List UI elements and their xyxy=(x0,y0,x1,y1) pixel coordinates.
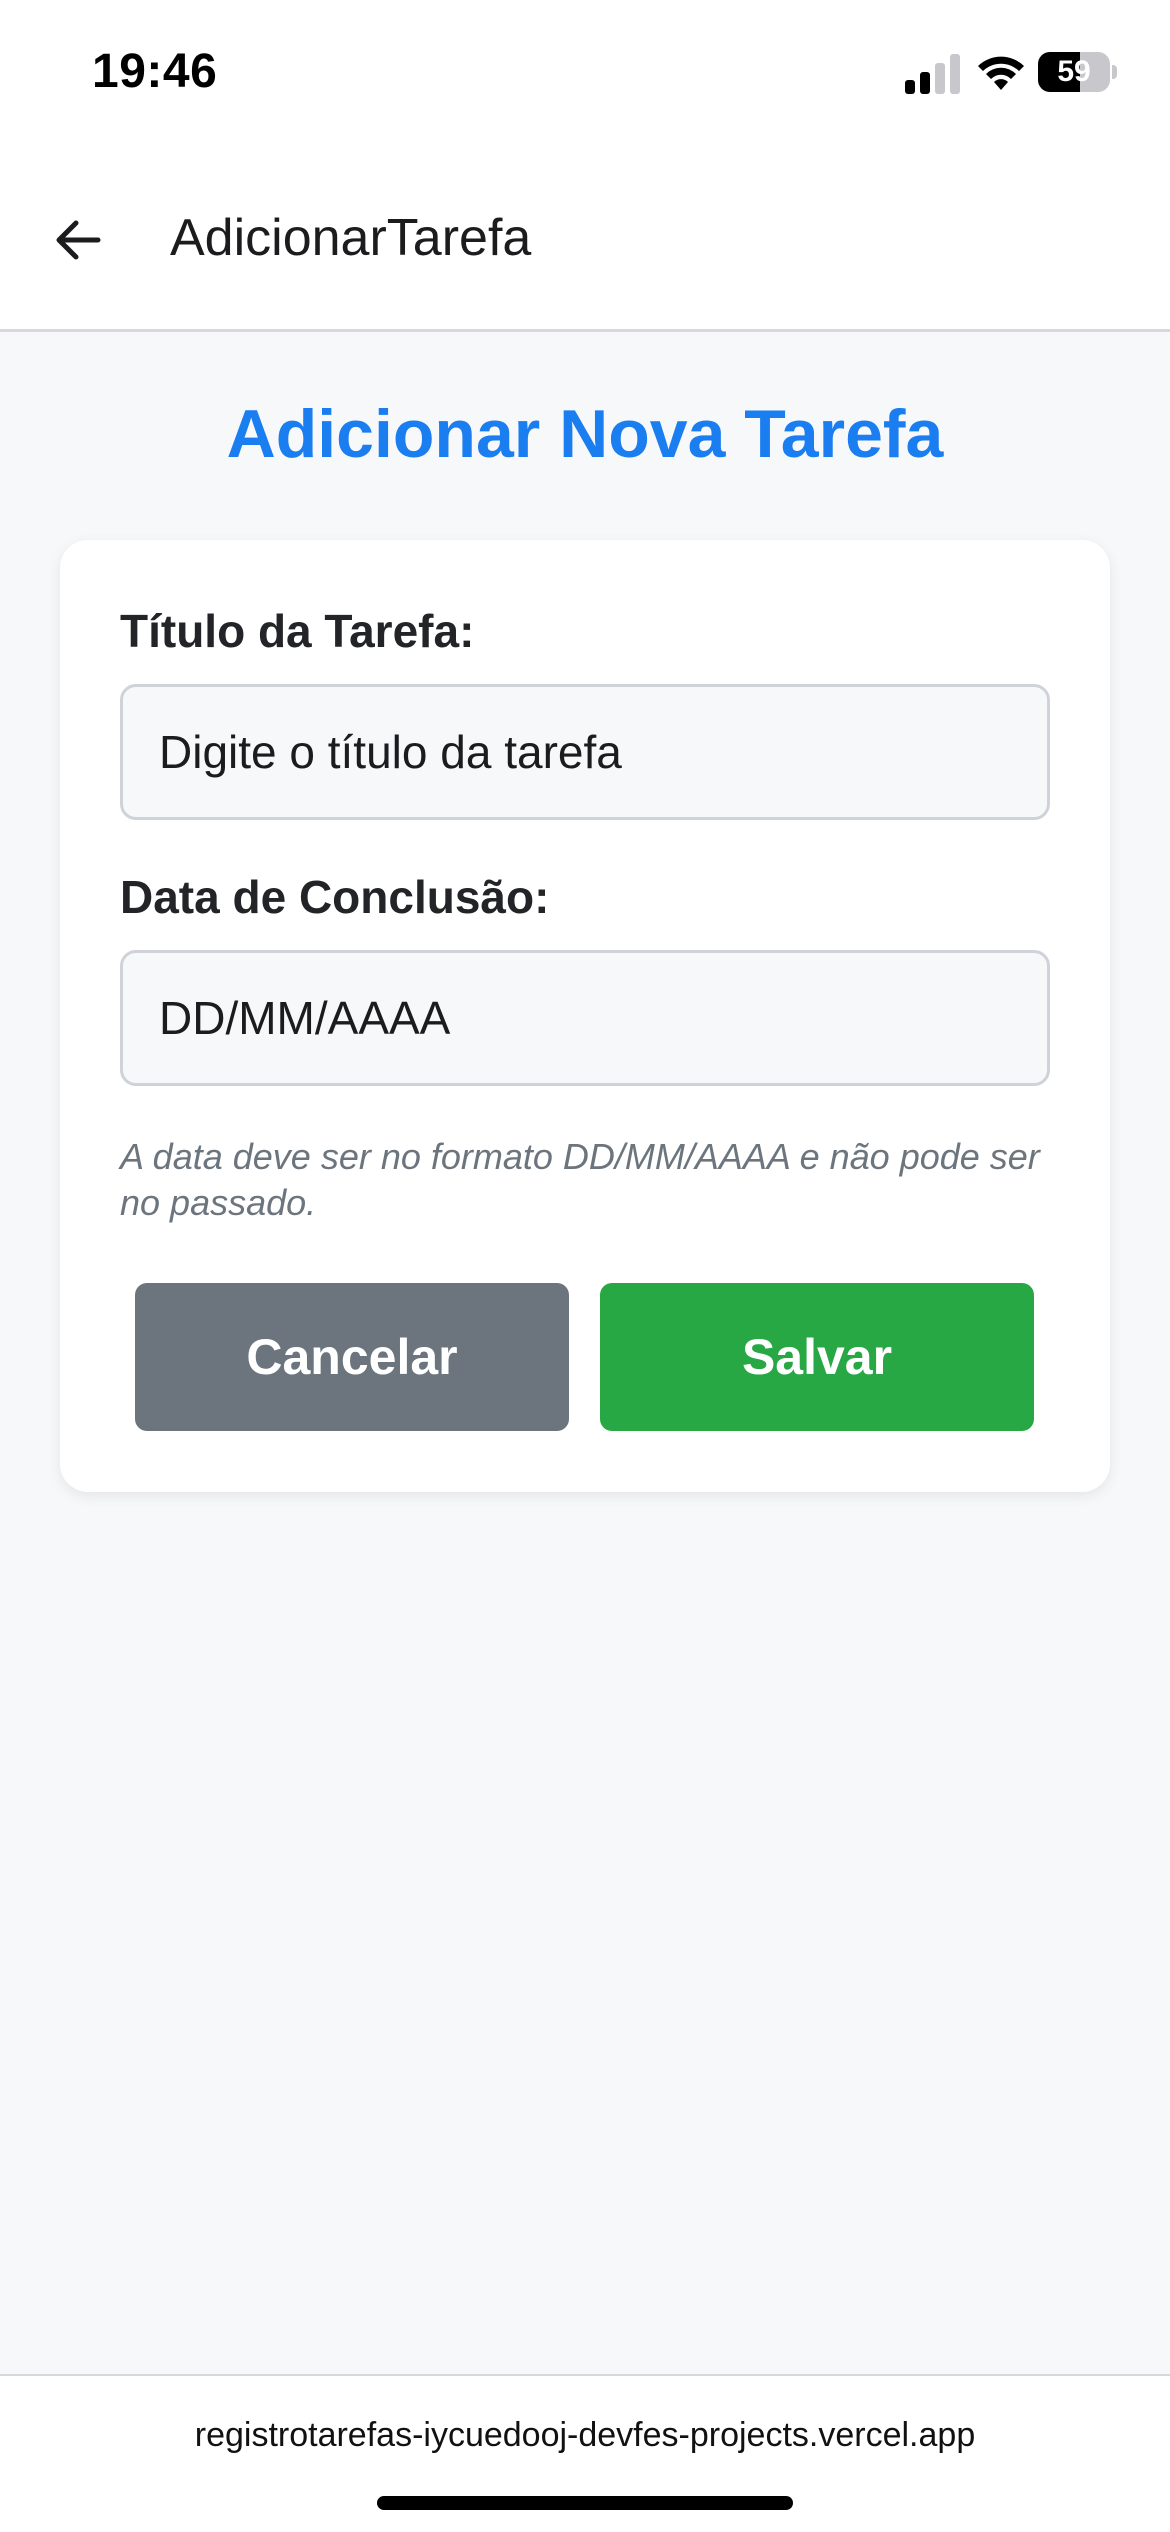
title-label: Título da Tarefa: xyxy=(120,605,475,657)
app-header: AdicionarTarefa xyxy=(0,150,1170,332)
page-title: Adicionar Nova Tarefa xyxy=(226,396,944,472)
signal-icon xyxy=(905,54,960,94)
url-text: registrotarefas-iycuedooj-devfes-project… xyxy=(194,2416,976,2454)
task-form-card: Título da Tarefa: Data de Conclusão: A d… xyxy=(60,540,1110,1492)
battery-level: 59 xyxy=(1057,55,1091,88)
cancel-button[interactable]: Cancelar xyxy=(135,1283,569,1431)
browser-url-bar[interactable]: registrotarefas-iycuedooj-devfes-project… xyxy=(0,2374,1170,2532)
date-input[interactable] xyxy=(120,950,1050,1086)
status-bar: 19:46 59 xyxy=(0,0,1170,150)
screen: 19:46 59 AdicionarTarefa Adicionar Nova … xyxy=(0,0,1170,2532)
header-title: AdicionarTarefa xyxy=(170,209,532,267)
save-button[interactable]: Salvar xyxy=(600,1283,1034,1431)
home-indicator[interactable] xyxy=(377,2496,793,2510)
date-hint: A data deve ser no formato DD/MM/AAAA e … xyxy=(120,1136,1040,1223)
arrow-left-icon xyxy=(56,220,101,260)
wifi-icon xyxy=(978,56,1024,90)
title-input[interactable] xyxy=(120,684,1050,820)
status-time: 19:46 xyxy=(92,45,218,98)
back-button[interactable] xyxy=(40,202,116,278)
battery-body: 59 xyxy=(1038,52,1110,92)
battery-tip xyxy=(1112,65,1117,79)
date-label: Data de Conclusão: xyxy=(120,871,550,923)
battery-icon: 59 xyxy=(1038,52,1117,92)
